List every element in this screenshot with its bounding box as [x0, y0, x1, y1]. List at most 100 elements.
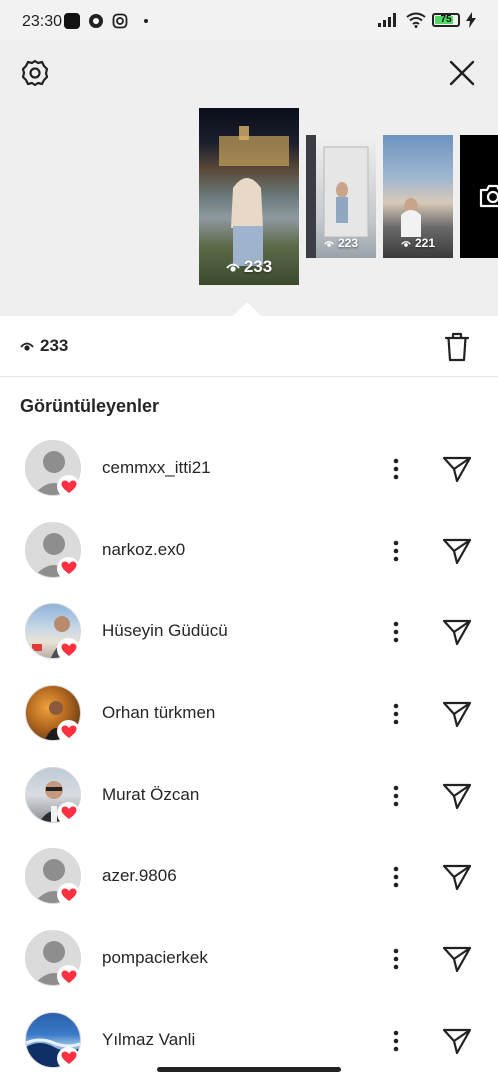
- status-time: 23:30: [22, 13, 63, 30]
- more-options-button[interactable]: [386, 862, 406, 892]
- send-icon: [442, 865, 472, 891]
- more-vertical-icon: [393, 703, 399, 725]
- app-icon: [64, 13, 80, 29]
- selected-story-pointer: [233, 302, 261, 316]
- more-vertical-icon: [393, 540, 399, 561]
- battery-icon: 75: [432, 13, 460, 27]
- viewer-row[interactable]: cemmxx_itti21: [0, 428, 498, 510]
- more-options-button[interactable]: [386, 617, 406, 647]
- trash-icon: [444, 332, 470, 362]
- heart-icon: [61, 888, 76, 901]
- more-vertical-icon: [393, 458, 399, 480]
- more-vertical-icon: [393, 1030, 399, 1052]
- heart-icon: [61, 970, 76, 983]
- more-vertical-icon: [393, 948, 399, 970]
- viewer-row[interactable]: azer.9806: [0, 836, 498, 918]
- more-vertical-icon: [393, 785, 399, 807]
- story-views-count: 233: [243, 257, 273, 276]
- viewer-row[interactable]: Murat Özcan: [0, 755, 498, 837]
- story-thumbnail[interactable]: 223: [306, 135, 376, 258]
- story-thumbnail-selected[interactable]: 233: [199, 108, 299, 285]
- charging-icon: [466, 12, 476, 28]
- heart-icon: [61, 725, 76, 738]
- send-icon: [442, 701, 472, 728]
- viewer-row[interactable]: pompacierkek: [0, 918, 498, 1000]
- send-icon: [442, 538, 472, 564]
- more-options-button[interactable]: [386, 944, 406, 974]
- settings-button[interactable]: [18, 56, 52, 90]
- heart-icon: [61, 643, 76, 656]
- story-views-count: 223: [337, 236, 359, 250]
- heart-badge: [57, 883, 80, 907]
- send-message-button[interactable]: [441, 861, 473, 893]
- more-options-button[interactable]: [386, 781, 406, 811]
- eye-icon: [226, 263, 240, 272]
- heart-badge: [57, 556, 80, 580]
- delete-story-button[interactable]: [441, 330, 473, 364]
- camera-icon: [479, 184, 498, 208]
- status-system-icons: 75: [378, 12, 476, 28]
- send-message-button[interactable]: [441, 698, 473, 730]
- eye-icon: [401, 240, 411, 247]
- more-options-button[interactable]: [386, 1026, 406, 1056]
- viewer-name[interactable]: Orhan türkmen: [102, 703, 215, 723]
- wifi-icon: [406, 12, 426, 28]
- close-icon: [449, 60, 475, 86]
- heart-badge: [57, 475, 80, 498]
- heart-badge: [57, 720, 80, 744]
- more-vertical-icon: [393, 867, 399, 888]
- viewer-row[interactable]: Orhan türkmen: [0, 673, 498, 755]
- heart-badge: [57, 965, 80, 989]
- send-icon: [442, 783, 472, 809]
- send-message-button[interactable]: [441, 943, 473, 975]
- home-indicator[interactable]: [157, 1067, 341, 1072]
- more-options-button[interactable]: [386, 536, 406, 566]
- viewer-row[interactable]: narkoz.ex0: [0, 510, 498, 592]
- viewer-name[interactable]: cemmxx_itti21: [102, 458, 211, 478]
- heart-badge: [57, 1046, 80, 1070]
- close-button[interactable]: [445, 56, 479, 90]
- viewers-list: cemmxx_itti21 narkoz.ex0 Hüseyin Güdücü …: [0, 428, 498, 1080]
- send-message-button[interactable]: [441, 535, 473, 567]
- heart-icon: [61, 1051, 76, 1065]
- battery-level: 75: [440, 14, 452, 25]
- viewer-name[interactable]: narkoz.ex0: [102, 540, 185, 560]
- send-icon: [442, 947, 472, 973]
- send-message-button[interactable]: [441, 1025, 473, 1057]
- eye-icon: [324, 240, 334, 247]
- send-message-button[interactable]: [441, 780, 473, 812]
- status-bar: 23:30 75: [0, 0, 498, 40]
- send-icon: [442, 456, 472, 483]
- viewer-row[interactable]: Hüseyin Güdücü: [0, 591, 498, 673]
- instagram-icon: [112, 13, 128, 29]
- send-message-button[interactable]: [441, 616, 473, 648]
- viewer-name[interactable]: pompacierkek: [102, 948, 208, 968]
- add-story-thumbnail[interactable]: [460, 135, 498, 258]
- viewer-name[interactable]: Hüseyin Güdücü: [102, 621, 228, 641]
- total-views: 233: [20, 336, 68, 356]
- story-thumbnail[interactable]: 221: [383, 135, 453, 258]
- more-vertical-icon: [393, 622, 399, 643]
- status-notification-icons: [64, 13, 148, 29]
- total-views-count: 233: [40, 336, 69, 355]
- story-stats-bar: 233: [0, 316, 498, 377]
- eye-icon: [20, 342, 34, 351]
- viewer-name[interactable]: Murat Özcan: [102, 785, 199, 805]
- send-icon: [442, 620, 472, 646]
- more-options-button[interactable]: [386, 454, 406, 484]
- football-icon: [89, 14, 103, 28]
- send-icon: [442, 1028, 472, 1054]
- heart-badge: [57, 638, 80, 662]
- viewer-name[interactable]: azer.9806: [102, 866, 177, 886]
- heart-icon: [61, 561, 76, 575]
- viewer-name[interactable]: Yılmaz Vanli: [102, 1030, 195, 1050]
- more-options-button[interactable]: [386, 699, 406, 729]
- heart-badge: [57, 801, 80, 825]
- viewers-title: Görüntüleyenler: [20, 396, 160, 416]
- gear-icon: [21, 59, 49, 87]
- send-message-button[interactable]: [441, 453, 473, 485]
- heart-icon: [61, 806, 76, 820]
- heart-icon: [61, 480, 76, 493]
- story-views-count: 221: [414, 236, 436, 250]
- signal-icon: [378, 13, 396, 27]
